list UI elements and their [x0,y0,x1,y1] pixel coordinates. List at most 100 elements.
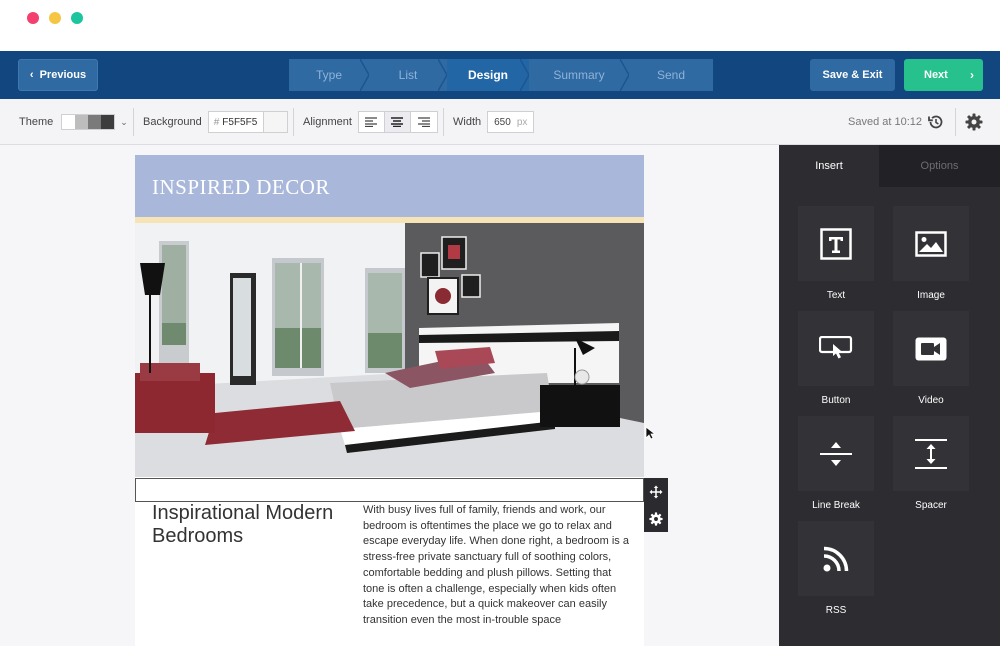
insert-video-tile[interactable] [893,311,969,386]
block-handles [644,478,668,532]
theme-swatch[interactable] [61,114,116,130]
color-preview-chip[interactable] [262,112,287,132]
panel-tabs: Insert Options [779,145,1000,187]
step-send[interactable]: Send [629,59,713,91]
next-button-label: Next [924,69,948,81]
insert-rss-label: RSS [825,605,847,616]
wizard-steps: Type List Design Summary Send [289,59,713,91]
width-control: Width 650 px [453,99,535,145]
step-design[interactable]: Design [447,59,530,91]
insert-button-label: Button [821,395,851,406]
theme-label: Theme [19,116,54,128]
chevron-down-icon[interactable]: ⌄ [120,117,128,128]
alignment-label: Alignment [303,116,352,128]
background-color-value: F5F5F5 [222,116,258,128]
divider [955,108,956,136]
insert-spacer-tile[interactable] [893,416,969,491]
saved-status-text: Saved at 10:12 [848,116,923,128]
insert-line-break-label: Line Break [812,500,860,511]
design-toolbar: Theme ⌄ Background # F5F5F5 Alignment Wi… [0,99,1000,145]
insert-panel: Insert Options Text Image Button Video L… [779,145,1000,646]
tab-options[interactable]: Options [879,145,1000,187]
article-body-text[interactable]: With busy lives full of family, friends … [363,503,631,629]
divider [293,108,294,136]
align-left-icon [365,117,378,127]
settings-button[interactable] [965,99,983,145]
line-break-icon [820,441,852,466]
width-input[interactable]: 650 px [487,111,535,133]
button-icon [819,335,853,358]
gear-icon [965,113,983,131]
image-icon [915,230,947,257]
alignment-control: Alignment [303,99,438,145]
move-icon [649,485,663,498]
insert-spacer-label: Spacer [915,500,947,511]
rss-icon [823,546,849,571]
insert-text-tile[interactable] [798,206,874,281]
spacer-icon [915,438,947,469]
block-settings-handle[interactable] [644,505,668,532]
insert-image-tile[interactable] [893,206,969,281]
background-control: Background # F5F5F5 [143,99,288,145]
step-design-label: Design [467,68,508,82]
divider [443,108,444,136]
move-handle[interactable] [644,478,668,505]
divider [133,108,134,136]
history-icon [928,115,943,129]
insert-line-break-tile[interactable] [798,416,874,491]
previous-button-label: Previous [39,69,87,81]
width-label: Width [453,116,482,128]
close-window-button[interactable] [27,12,39,24]
width-value: 650 [494,116,511,128]
hash-prefix: # [213,116,220,128]
tab-insert-label: Insert [815,160,843,172]
minimize-window-button[interactable] [49,12,61,24]
insert-video-label: Video [918,395,944,406]
bedroom-image[interactable] [135,223,644,477]
background-color-input[interactable]: # F5F5F5 [207,111,288,133]
maximize-window-button[interactable] [71,12,83,24]
email-header[interactable]: INSPIRED DECOR [135,155,644,217]
saved-status: Saved at 10:12 [848,99,922,145]
align-center-button[interactable] [384,112,411,132]
bedroom-photo-illustration [135,223,644,477]
tab-options-label: Options [920,160,959,172]
video-icon [915,337,947,360]
align-right-icon [417,117,430,127]
step-list-label: List [398,68,418,82]
theme-control: Theme ⌄ [19,99,128,145]
mouse-cursor-icon [645,426,655,440]
history-button[interactable] [927,99,945,145]
align-left-button[interactable] [358,112,385,132]
chevron-left-icon: ‹ [29,69,34,81]
insert-rss-tile[interactable] [798,521,874,596]
width-unit: px [516,116,528,128]
align-right-button[interactable] [410,112,437,132]
step-send-label: Send [656,68,686,82]
step-type-label: Type [315,68,342,82]
email-canvas: INSPIRED DECOR Inspirational Modern Bedr… [0,145,779,646]
insert-text-label: Text [826,290,846,301]
insert-button-tile[interactable] [798,311,874,386]
save-exit-button[interactable]: Save & Exit [810,59,895,91]
next-button[interactable]: Next › [904,59,983,91]
selected-block-outline[interactable] [135,478,644,502]
step-summary[interactable]: Summary [529,59,630,91]
insert-image-label: Image [917,290,945,301]
text-icon [820,227,852,260]
wizard-topbar: ‹ Previous Type List Design Summary Send… [0,51,1000,99]
alignment-buttons [357,111,438,133]
article-heading[interactable]: Inspirational Modern Bedrooms [152,502,352,548]
align-center-icon [391,117,404,127]
step-summary-label: Summary [553,68,605,82]
gear-icon [649,511,663,526]
window-titlebar [0,0,1000,51]
save-exit-label: Save & Exit [822,69,883,81]
tab-insert[interactable]: Insert [779,145,879,187]
step-list[interactable]: List [369,59,448,91]
previous-button[interactable]: ‹ Previous [18,59,98,91]
email-header-title: INSPIRED DECOR [152,175,330,199]
background-label: Background [143,116,202,128]
step-type[interactable]: Type [289,59,370,91]
chevron-right-icon: › [970,68,974,82]
